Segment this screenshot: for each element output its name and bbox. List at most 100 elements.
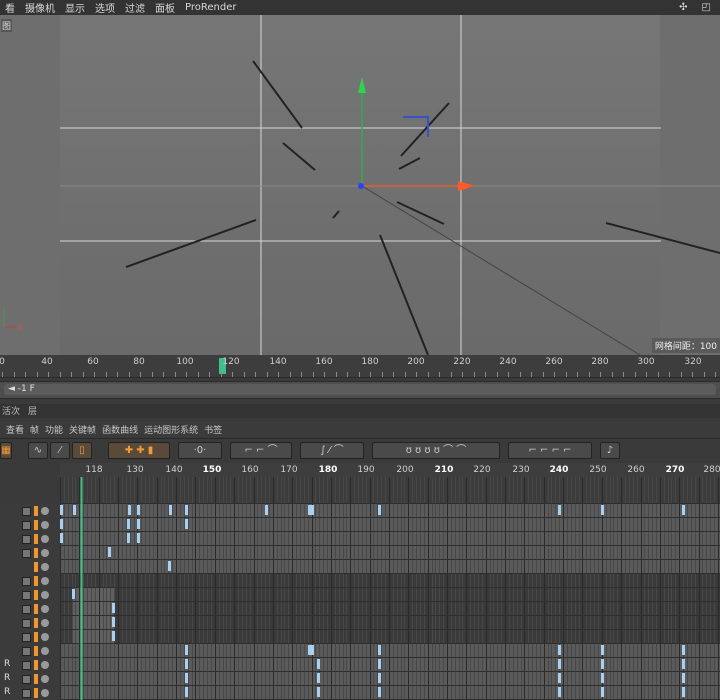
track-key-icon[interactable] (34, 618, 38, 628)
track-enable-icon[interactable] (22, 688, 31, 698)
track-solo-icon[interactable] (41, 549, 49, 557)
track-solo-icon[interactable] (41, 577, 49, 585)
lock-icon[interactable]: ▯ (72, 442, 92, 459)
menu-tl-bookmarks[interactable]: 书签 (204, 423, 222, 436)
ruler-tick (623, 372, 624, 377)
track-solo-icon[interactable] (41, 591, 49, 599)
move-view-icon[interactable]: ✣ (679, 2, 687, 13)
track-enable-icon[interactable] (22, 548, 31, 558)
track-key-icon[interactable] (34, 632, 38, 642)
track-enable-icon[interactable] (22, 534, 31, 544)
track-key-icon[interactable] (34, 646, 38, 656)
stroke-line (125, 219, 257, 268)
ruler-tick (347, 372, 348, 377)
grid-spacing-label: 网格间距：100 (651, 338, 720, 353)
keyframe-marker (137, 533, 140, 543)
keyframe-marker (682, 687, 685, 697)
dopesheet-grid[interactable] (60, 477, 720, 700)
menu-tl-frame[interactable]: 帧 (30, 423, 39, 436)
curve-tool-icon[interactable]: ♪ (600, 442, 620, 459)
ruler-tick (439, 372, 440, 377)
menu-panel[interactable]: 面板 (155, 0, 175, 15)
menu-tl-keyframes[interactable]: 关键帧 (69, 423, 96, 436)
frame-ruler[interactable]: 0 40 60 80 100 120 140 160 180 200 220 240 260 280 300… (0, 355, 720, 378)
interpolation-step-icon[interactable]: ⌐ ⌐ ⌒ (230, 442, 292, 459)
track-key-icon[interactable] (34, 506, 38, 516)
track-solo-icon[interactable] (41, 675, 49, 683)
menu-camera[interactable]: 摄像机 (25, 0, 55, 15)
ruler-tick (71, 372, 72, 377)
track-solo-icon[interactable] (41, 647, 49, 655)
track-controls (22, 688, 49, 698)
ruler-tick (405, 372, 406, 377)
ruler-tick-label: 40 (41, 357, 53, 367)
menu-prorender[interactable]: ProRender (185, 2, 236, 13)
keyframe-marker (127, 533, 130, 543)
menu-tl-functions[interactable]: 功能 (45, 423, 63, 436)
track-key-icon[interactable] (34, 590, 38, 600)
keyframe-marker (682, 659, 685, 669)
track-key-icon[interactable] (34, 660, 38, 670)
interpolation-spline-icon[interactable]: ∫ ⁄ ⌒ (300, 442, 364, 459)
keyframe-marker (108, 547, 111, 557)
frame-range-field[interactable]: ◄ -1 F (4, 384, 716, 395)
break-tangent-icon[interactable]: ⌐ ⌐ ⌐ ⌐ (508, 442, 592, 459)
menu-view[interactable]: 看 (5, 0, 15, 15)
viewport[interactable]: X 图 网格间距：100 (0, 15, 720, 355)
ruler-tick (359, 372, 360, 377)
track-key-icon[interactable] (34, 548, 38, 558)
track-key-icon[interactable] (34, 520, 38, 530)
add-key-icon[interactable]: ✚ ✚ ▮ (108, 442, 170, 459)
track-solo-icon[interactable] (41, 661, 49, 669)
menu-filter[interactable]: 过滤 (125, 0, 145, 15)
linear-mode-icon[interactable]: ⁄ (50, 442, 70, 459)
keyframe-marker (137, 505, 140, 515)
record-button[interactable]: ▦ (0, 442, 12, 459)
track-controls (22, 674, 49, 684)
track-enable-icon[interactable] (22, 576, 31, 586)
keyframe-marker (317, 659, 320, 669)
timeline-frame-label: 160 (241, 465, 259, 475)
track-controls (22, 534, 49, 544)
maximize-icon[interactable]: ◰ (702, 2, 711, 13)
track-solo-icon[interactable] (41, 535, 49, 543)
menu-tl-mograph[interactable]: 运动图形系统 (144, 423, 198, 436)
fcurve-mode-icon[interactable]: ∿ (28, 442, 48, 459)
track-enable-icon[interactable] (22, 604, 31, 614)
track-key-icon[interactable] (34, 688, 38, 698)
track-solo-icon[interactable] (41, 521, 49, 529)
ruler-tick (313, 372, 314, 377)
track-enable-icon[interactable] (22, 674, 31, 684)
track-solo-icon[interactable] (41, 605, 49, 613)
tangent-tools-icon[interactable]: ʊ ʊ ʊ ʊ ⌒ ⌒ (372, 442, 500, 459)
timeline-header-left (0, 463, 60, 503)
track-enable-icon[interactable] (22, 632, 31, 642)
track-enable-icon[interactable] (22, 646, 31, 656)
ruler-tick (520, 372, 521, 377)
track-enable-icon[interactable] (22, 520, 31, 530)
track-enable-icon[interactable] (22, 506, 31, 516)
track-enable-icon[interactable] (22, 618, 31, 628)
menu-options[interactable]: 选项 (95, 0, 115, 15)
menu-tl-view[interactable]: 查看 (6, 423, 24, 436)
menu-tl-fcurves[interactable]: 函数曲线 (102, 423, 138, 436)
track-solo-icon[interactable] (41, 507, 49, 515)
tab-takes[interactable]: 活次 (2, 404, 20, 418)
key-offset-icon[interactable]: ·0· (178, 442, 222, 459)
menu-display[interactable]: 显示 (65, 0, 85, 15)
track-solo-icon[interactable] (41, 619, 49, 627)
track-solo-icon[interactable] (41, 563, 49, 571)
track-key-icon[interactable] (34, 604, 38, 614)
track-key-icon[interactable] (34, 674, 38, 684)
track-solo-icon[interactable] (41, 689, 49, 697)
ruler-tick (301, 372, 302, 377)
track-enable-icon[interactable] (22, 590, 31, 600)
track-key-icon[interactable] (34, 534, 38, 544)
tab-layers[interactable]: 层 (28, 404, 37, 418)
track-key-icon[interactable] (34, 576, 38, 586)
track-key-icon[interactable] (34, 562, 38, 572)
track-enable-icon[interactable] (22, 660, 31, 670)
track-solo-icon[interactable] (41, 633, 49, 641)
keyframe-marker (112, 603, 115, 613)
timeline-ruler[interactable]: 118 130 140 150 160 170 180 190 200 210 220 230 240 2… (60, 463, 720, 477)
